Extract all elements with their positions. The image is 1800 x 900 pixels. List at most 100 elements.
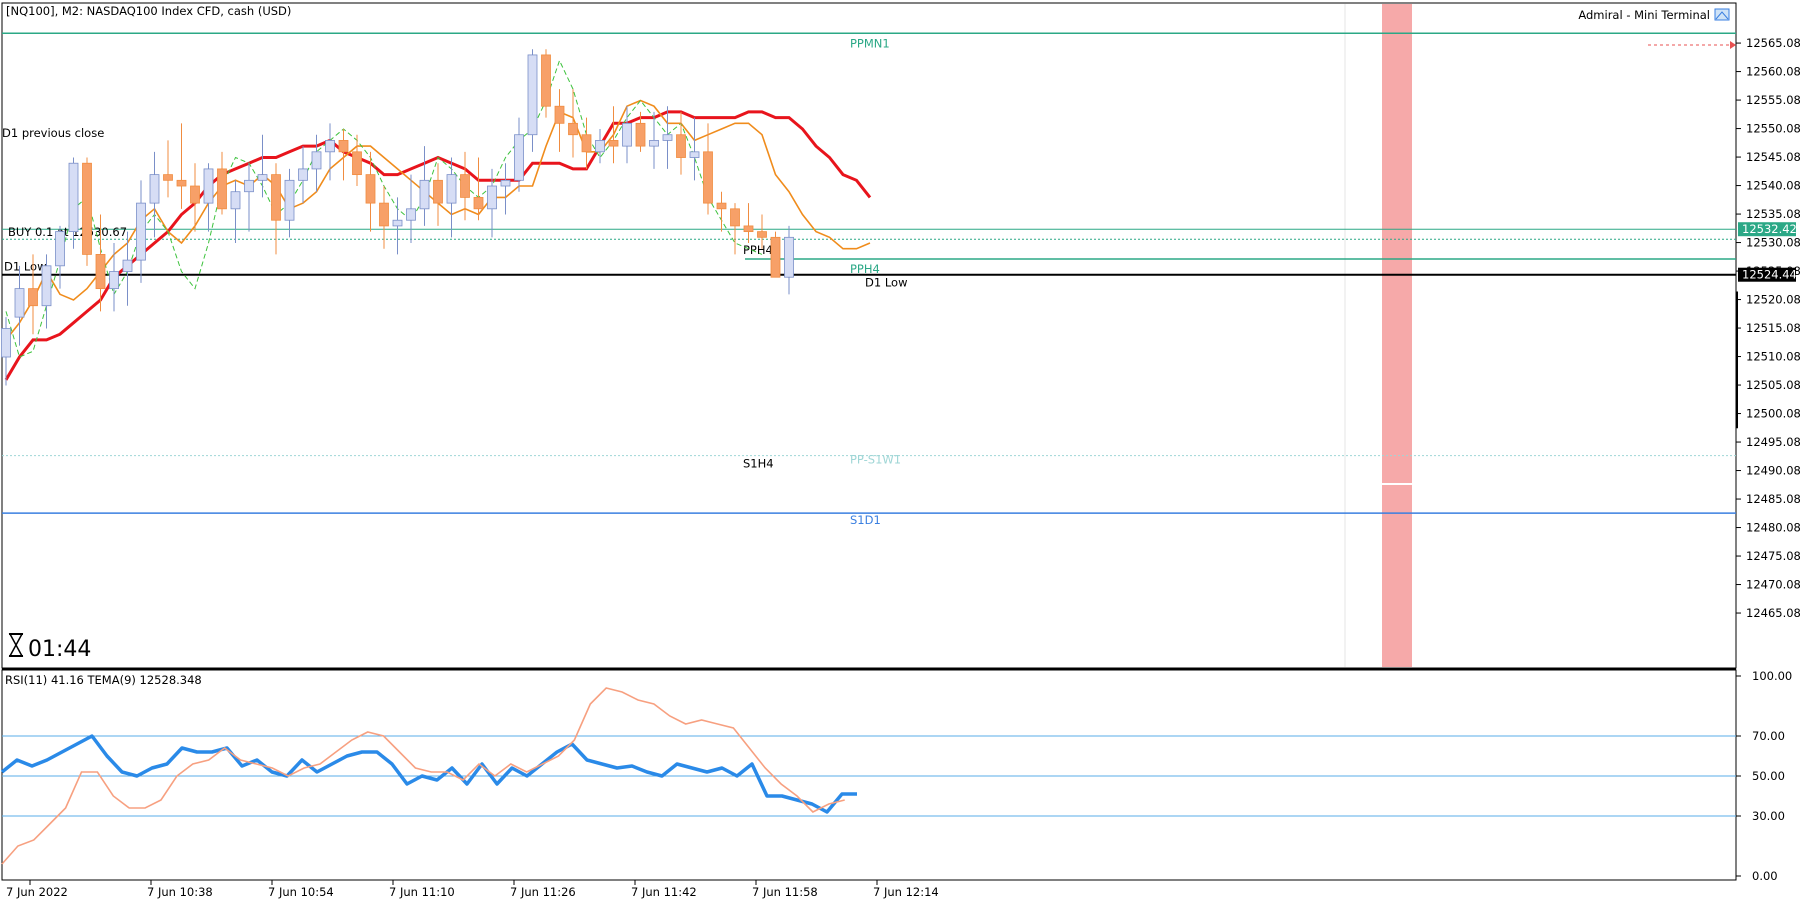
candle-body [325,140,335,153]
rsi-tick-label: 0.00 [1752,869,1778,883]
rsi-tick-label: 50.00 [1752,769,1785,783]
current-price-tag: 12532.42 [1742,222,1797,236]
candle-body [622,122,632,147]
price-tick-label: 12475.08 [1746,549,1800,563]
indicator-header: RSI(11) 41.16 TEMA(9) 12528.348 [5,673,202,687]
candle-body [676,134,686,158]
trading-chart[interactable]: PPMN1D1 previous closeBUY 0.1 at 12530.6… [0,0,1800,900]
mini-terminal-label[interactable]: Admiral - Mini Terminal [1578,8,1710,22]
indicator-panel [1,669,1737,881]
price-tick-label: 12555.08 [1746,93,1800,107]
candle-body [649,140,659,147]
s1h4-label: S1H4 [743,457,774,471]
pph4-label-left: PPH4 [743,243,773,257]
candle-body [14,288,25,318]
candle-body [41,265,52,307]
candle-body [608,140,619,147]
d1-low-label-left: D1 Low [4,260,46,274]
price-tick-label: 12500.08 [1746,407,1800,421]
candle-body [770,236,781,278]
candle-body [689,151,700,158]
price-tick-label: 12485.08 [1746,492,1800,506]
price-tick-label: 12470.08 [1746,578,1800,592]
ppmn1-label: PPMN1 [850,36,890,50]
candle-body [190,185,200,204]
price-tick-label: 12565.08 [1746,36,1800,50]
price-tick-label: 12540.08 [1746,179,1800,193]
time-tick-label: 7 Jun 12:14 [873,885,939,899]
candle-body [595,140,605,153]
price-tick-label: 12520.08 [1746,293,1800,307]
candle-body [95,254,106,290]
candle-body [1,328,11,358]
candle-body [149,174,160,204]
candle-body [109,271,119,290]
candle-body [311,151,322,170]
candle-body [257,174,268,181]
main-chart-panel [1,2,1737,669]
mini-terminal-icon[interactable] [1714,8,1730,21]
candle-body [541,54,551,107]
candle-body [122,259,133,272]
price-tick-label: 12530.08 [1746,236,1800,250]
candle-timer: 01:44 [28,637,91,662]
price-tick-label: 12550.08 [1746,122,1800,136]
rsi-tick-label: 70.00 [1752,729,1785,743]
price-tick-label: 12505.08 [1746,378,1800,392]
candle-body [473,197,484,210]
candle-body [419,179,430,210]
price-tick-label: 12490.08 [1746,464,1800,478]
candle-body [365,174,376,204]
candle-body [527,54,538,136]
time-tick-label: 7 Jun 11:58 [752,885,818,899]
candle-body [244,179,254,193]
pph4-label-right: PPH4 [850,262,880,276]
candle-body [163,174,173,181]
candle-body [68,162,79,233]
candle-body [392,219,403,227]
rsi-tick-label: 30.00 [1752,809,1785,823]
price-tick-label: 12515.08 [1746,321,1800,335]
highlight-zone [1382,4,1412,667]
candle-body [487,185,497,210]
candle-body [446,174,457,204]
candle-body [730,208,740,227]
candle-body [82,162,92,255]
time-tick-label: 7 Jun 11:10 [389,885,455,899]
candle-body [271,174,281,221]
candle-body [581,134,592,153]
symbol-title: [NQ100], M2: NASDAQ100 Index CFD, cash (… [6,4,291,18]
candle-body [784,236,794,278]
price-tick-label: 12545.08 [1746,150,1800,164]
previous-close-label: D1 previous close [2,126,104,140]
candle-body [406,208,416,221]
candle-body [635,122,646,147]
candle-body [203,168,214,204]
candle-body [743,225,754,233]
time-tick-label: 7 Jun 11:42 [631,885,697,899]
candle-body [176,179,187,187]
price-tick-label: 12535.08 [1746,207,1800,221]
time-tick-label: 7 Jun 10:54 [268,885,334,899]
candle-body [298,168,308,181]
candle-body [716,202,727,210]
candle-body [703,151,713,204]
candle-body [433,179,443,204]
time-tick-label: 7 Jun 10:38 [147,885,213,899]
candle-body [136,202,146,261]
candle-body [514,134,524,181]
price-tick-label: 12510.08 [1746,350,1800,364]
pp-s1w1-label: PP-S1W1 [850,453,901,467]
price-tick-label: 12495.08 [1746,435,1800,449]
candle-body [662,134,673,141]
price-tick-label: 12465.08 [1746,606,1800,620]
candle-body [284,179,295,221]
candle-body [338,140,349,153]
bid-price-tag: 12524.44 [1742,268,1797,282]
rsi-tick-label: 100.00 [1752,669,1792,683]
candle-body [230,191,241,210]
candle-body [379,202,389,227]
candle-body [28,288,38,307]
price-tick-label: 12560.08 [1746,65,1800,79]
candle-body [352,151,362,176]
